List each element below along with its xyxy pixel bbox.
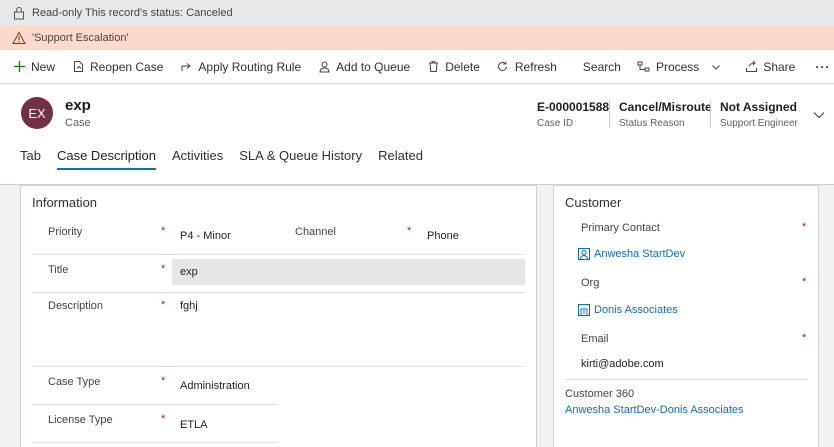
search-button[interactable]: Search: [565, 50, 629, 83]
tab-case-description[interactable]: Case Description: [56, 148, 156, 170]
more-commands-button[interactable]: ···: [803, 50, 834, 83]
information-section: [20, 185, 537, 447]
process-button[interactable]: Process: [629, 50, 736, 83]
queue-icon: [317, 60, 331, 74]
channel-field[interactable]: Phone: [427, 230, 459, 242]
required-marker: *: [161, 263, 166, 275]
header-expand-chevron-icon[interactable]: [812, 108, 826, 122]
required-marker: *: [802, 276, 807, 288]
required-marker: *: [161, 225, 166, 237]
description-field[interactable]: fghj: [180, 300, 198, 312]
customer-360-link[interactable]: Anwesha StartDev-Donis Associates: [565, 404, 744, 416]
delete-button[interactable]: Delete: [418, 50, 488, 83]
channel-label: Channel: [295, 226, 336, 238]
header-field-case-id: E-000001588 Case ID: [537, 100, 610, 129]
case-type-field[interactable]: Administration: [180, 380, 250, 392]
section-title: Information: [32, 195, 98, 210]
description-label: Description: [48, 300, 104, 312]
title-label: Title: [48, 264, 69, 276]
required-marker: *: [161, 299, 166, 311]
share-icon: [744, 60, 758, 74]
lock-icon: [12, 6, 26, 20]
required-marker: *: [161, 375, 166, 387]
required-marker: *: [161, 413, 166, 425]
warning-icon: [12, 31, 26, 45]
divider: [32, 366, 525, 367]
license-type-field[interactable]: ETLA: [180, 419, 208, 431]
header-field-support-engineer[interactable]: Not Assigned Support Engineer: [720, 100, 798, 129]
divider: [32, 442, 278, 443]
license-type-label: License Type: [48, 414, 113, 426]
readonly-text: Read-only This record's status: Canceled: [32, 7, 233, 19]
tab-list: Tab Case Description Activities SLA & Qu…: [20, 148, 439, 170]
command-bar: New Reopen Case Apply Routing Rule Add t…: [0, 50, 834, 84]
readonly-notification: Read-only This record's status: Canceled: [0, 0, 834, 26]
header-divider: [609, 100, 610, 128]
contact-icon: [578, 248, 590, 260]
trash-icon: [426, 60, 440, 74]
org-label: Org: [581, 277, 600, 289]
title-field-value: exp: [180, 266, 198, 278]
share-button[interactable]: Share: [736, 50, 803, 83]
new-button[interactable]: New: [0, 50, 63, 83]
header-field-status-reason: Cancel/Misroute Status Reason: [619, 100, 712, 129]
email-field[interactable]: kirti@adobe.com: [581, 358, 664, 370]
required-marker: *: [407, 225, 412, 237]
header-divider: [710, 100, 711, 128]
tab-related[interactable]: Related: [378, 148, 423, 170]
apply-routing-rule-button[interactable]: Apply Routing Rule: [171, 50, 309, 83]
plus-icon: [12, 60, 26, 74]
title-field[interactable]: [172, 259, 525, 285]
process-icon: [637, 60, 651, 74]
divider: [32, 254, 525, 255]
section-title: Customer: [565, 195, 622, 210]
warning-text: 'Support Escalation': [32, 32, 129, 44]
priority-label: Priority: [48, 226, 83, 238]
chevron-down-icon: [709, 60, 723, 74]
priority-field[interactable]: P4 - Minor: [180, 230, 231, 242]
tab-general[interactable]: Tab: [20, 148, 41, 170]
avatar: EX: [21, 97, 53, 129]
primary-contact-link[interactable]: Anwesha StartDev: [594, 248, 685, 260]
add-to-queue-button[interactable]: Add to Queue: [309, 50, 418, 83]
reopen-icon: [71, 60, 85, 74]
record-title: exp: [65, 97, 91, 114]
org-icon: [578, 304, 590, 316]
refresh-icon: [496, 60, 510, 74]
customer-360-label: Customer 360: [565, 388, 635, 400]
tab-activities[interactable]: Activities: [172, 148, 223, 170]
divider: [32, 292, 525, 293]
email-label: Email: [581, 333, 609, 345]
case-type-label: Case Type: [48, 376, 101, 388]
tab-sla-queue-history[interactable]: SLA & Queue History: [239, 148, 362, 170]
divider: [32, 404, 278, 405]
record-entity: Case: [65, 117, 91, 129]
required-marker: *: [802, 221, 807, 233]
warning-notification: 'Support Escalation': [0, 26, 834, 50]
reopen-case-button[interactable]: Reopen Case: [63, 50, 171, 83]
divider: [565, 379, 808, 380]
routing-icon: [179, 60, 193, 74]
required-marker: *: [802, 332, 807, 344]
primary-contact-label: Primary Contact: [581, 222, 660, 234]
org-link[interactable]: Donis Associates: [594, 304, 678, 316]
refresh-button[interactable]: Refresh: [488, 50, 565, 83]
